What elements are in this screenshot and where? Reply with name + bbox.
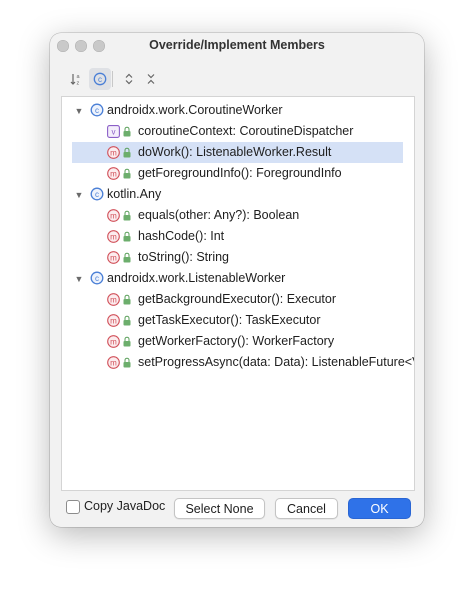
svg-text:m: m: [110, 338, 117, 347]
lock-icon: [123, 231, 131, 242]
tree-member-label: coroutineContext: CoroutineDispatcher: [138, 124, 354, 138]
lock-icon: [123, 315, 131, 326]
lock-icon: [123, 336, 131, 347]
tree-member-label: getForegroundInfo(): ForegroundInfo: [138, 166, 342, 180]
dialog-footer: Copy JavaDoc Select None Cancel OK: [50, 495, 424, 525]
override-members-dialog: Override/Implement Members a z c ▼ c and…: [50, 33, 424, 527]
svg-text:m: m: [110, 359, 117, 368]
method-icon: m: [107, 167, 120, 180]
show-classes-toggle[interactable]: c: [89, 68, 111, 90]
lock-icon: [123, 147, 131, 158]
method-icon: m: [107, 335, 120, 348]
tree-member-label: getBackgroundExecutor(): Executor: [138, 292, 337, 306]
class-icon: c: [90, 187, 104, 201]
svg-text:m: m: [110, 149, 117, 158]
tree-member-row[interactable]: m doWork(): ListenableWorker.Result: [62, 142, 414, 163]
svg-text:a: a: [77, 74, 81, 80]
method-icon: m: [107, 356, 120, 369]
tree-group-label: kotlin.Any: [107, 187, 162, 201]
members-tree[interactable]: ▼ c androidx.work.CoroutineWorker v coro…: [61, 96, 415, 491]
select-none-button[interactable]: Select None: [174, 498, 265, 519]
sort-alphabetically-button[interactable]: a z: [66, 68, 88, 90]
expand-all-icon: [125, 73, 133, 85]
lock-icon: [123, 168, 131, 179]
tree-member-row[interactable]: m hashCode(): Int: [62, 226, 414, 247]
svg-text:z: z: [77, 81, 80, 87]
method-icon: m: [107, 314, 120, 327]
chevron-down-icon[interactable]: ▼: [74, 184, 84, 205]
tree-group-row[interactable]: ▼ c androidx.work.CoroutineWorker: [62, 100, 414, 121]
svg-text:m: m: [110, 233, 117, 242]
tree-member-row[interactable]: m getWorkerFactory(): WorkerFactory: [62, 331, 414, 352]
collapse-all-button[interactable]: [140, 68, 162, 90]
method-icon: m: [107, 293, 120, 306]
chevron-down-icon[interactable]: ▼: [74, 268, 84, 289]
tree-member-label: doWork(): ListenableWorker.Result: [138, 145, 332, 159]
tree-member-row[interactable]: m setProgressAsync(data: Data): Listenab…: [62, 352, 414, 373]
tree-group-label: androidx.work.CoroutineWorker: [107, 103, 283, 117]
lock-icon: [123, 357, 131, 368]
svg-text:m: m: [110, 317, 117, 326]
method-icon: m: [107, 251, 120, 264]
toolbar-separator: [112, 71, 113, 87]
expand-all-button[interactable]: [118, 68, 140, 90]
tree-member-row[interactable]: m getForegroundInfo(): ForegroundInfo: [62, 163, 414, 184]
svg-text:v: v: [112, 128, 116, 137]
method-icon: m: [107, 146, 120, 159]
tree-member-label: toString(): String: [138, 250, 230, 264]
tree-group-row[interactable]: ▼ c kotlin.Any: [62, 184, 414, 205]
sort-alphabetically-icon: a z: [70, 74, 81, 87]
method-icon: m: [107, 209, 120, 222]
lock-icon: [123, 210, 131, 221]
toolbar: a z c: [63, 68, 223, 92]
lock-icon: [123, 126, 131, 137]
method-icon: m: [107, 230, 120, 243]
tree-group-label: androidx.work.ListenableWorker: [107, 271, 286, 285]
tree-group-row[interactable]: ▼ c androidx.work.ListenableWorker: [62, 268, 414, 289]
tree-member-label: equals(other: Any?): Boolean: [138, 208, 300, 222]
title-bar: Override/Implement Members: [50, 33, 424, 59]
tree-member-row[interactable]: v coroutineContext: CoroutineDispatcher: [62, 121, 414, 142]
lock-icon: [123, 294, 131, 305]
ok-button[interactable]: OK: [348, 498, 411, 519]
svg-text:c: c: [95, 190, 99, 199]
tree-member-label: setProgressAsync(data: Data): Listenable…: [138, 355, 415, 369]
class-icon: c: [90, 271, 104, 285]
lock-icon: [123, 252, 131, 263]
copy-javadoc-label[interactable]: Copy JavaDoc: [84, 499, 165, 513]
tree-member-row[interactable]: m getTaskExecutor(): TaskExecutor: [62, 310, 414, 331]
collapse-all-icon: [147, 74, 155, 84]
tree-member-row[interactable]: m equals(other: Any?): Boolean: [62, 205, 414, 226]
chevron-down-icon[interactable]: ▼: [74, 100, 84, 121]
svg-text:c: c: [95, 274, 99, 283]
svg-text:m: m: [110, 296, 117, 305]
dialog-title: Override/Implement Members: [149, 38, 325, 52]
tree-member-label: getWorkerFactory(): WorkerFactory: [138, 334, 335, 348]
tree-member-label: hashCode(): Int: [138, 229, 225, 243]
show-classes-icon: c: [93, 72, 107, 86]
cancel-button[interactable]: Cancel: [275, 498, 338, 519]
copy-javadoc-checkbox[interactable]: [66, 500, 80, 514]
svg-text:m: m: [110, 212, 117, 221]
tree-member-row[interactable]: m getBackgroundExecutor(): Executor: [62, 289, 414, 310]
svg-text:c: c: [95, 106, 99, 115]
tree-member-row[interactable]: m toString(): String: [62, 247, 414, 268]
svg-text:m: m: [110, 170, 117, 179]
svg-text:c: c: [98, 75, 102, 84]
tree-member-label: getTaskExecutor(): TaskExecutor: [138, 313, 321, 327]
svg-text:m: m: [110, 254, 117, 263]
property-icon: v: [107, 125, 120, 138]
class-icon: c: [90, 103, 104, 117]
